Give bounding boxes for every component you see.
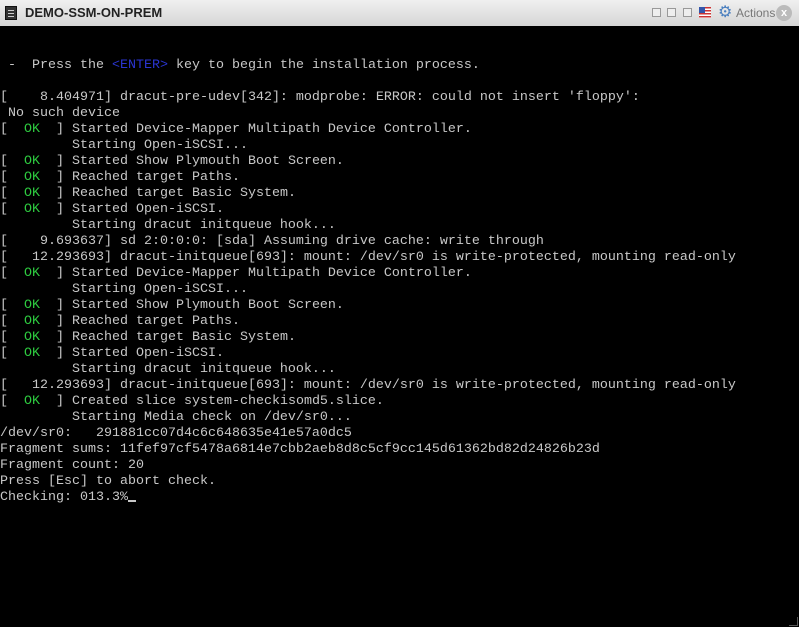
console-line: Fragment sums: 11fef97cf5478a6814e7cbb2a… [0, 442, 600, 458]
console-text: [ [0, 346, 24, 361]
maximize-icon[interactable] [683, 8, 692, 17]
console-text: ] Reached target Basic System. [40, 330, 296, 345]
console-text: ] Reached target Paths. [40, 314, 240, 329]
close-button[interactable]: x [776, 5, 792, 21]
console-text: ] Reached target Basic System. [40, 186, 296, 201]
status-ok: OK [24, 122, 40, 137]
console-line: Press [Esc] to abort check. [0, 474, 216, 490]
console-line: [ OK ] Reached target Basic System. [0, 186, 296, 202]
enter-key-label: <ENTER> [111, 58, 168, 73]
console-line: Starting Open-iSCSI... [0, 282, 248, 298]
console-line: [ OK ] Started Device-Mapper Multipath D… [0, 122, 472, 138]
console-text: ] Started Open-iSCSI. [40, 346, 224, 361]
console-line: [ OK ] Started Open-iSCSI. [0, 202, 224, 218]
status-ok: OK [24, 154, 40, 169]
console-text: Starting Media check on /dev/sr0... [0, 410, 352, 425]
console-text: ] Reached target Paths. [40, 170, 240, 185]
console-text: Press [Esc] to abort check. [0, 474, 216, 489]
console-text: [ [0, 186, 24, 201]
console-text: ] Started Open-iSCSI. [40, 202, 224, 217]
gear-icon[interactable]: ⚙ [718, 4, 732, 22]
console-text: No such device [0, 106, 120, 121]
window-titlebar: DEMO-SSM-ON-PREM ⚙ Actions x [0, 0, 799, 27]
status-ok: OK [24, 170, 40, 185]
actions-menu-button[interactable]: Actions [736, 6, 775, 20]
console-text: [ [0, 170, 24, 185]
console-icon [5, 6, 17, 20]
console-line: Starting Media check on /dev/sr0... [0, 410, 352, 426]
keyboard-language-flag-icon[interactable] [699, 7, 711, 18]
console-text: key to begin the installation process. [167, 58, 480, 73]
console-text: [ 12.293693] dracut-initqueue[693]: moun… [0, 378, 736, 393]
console-text: ] Started Device-Mapper Multipath Device… [40, 122, 472, 137]
console-line: [ 9.693637] sd 2:0:0:0: [sda] Assuming d… [0, 234, 544, 250]
console-line: Starting Open-iSCSI... [0, 138, 248, 154]
console-text: [ 8.404971] dracut-pre-udev[342]: modpro… [0, 90, 640, 105]
console-line: Checking: 013.3% [0, 490, 136, 506]
console-text: ] Started Show Plymouth Boot Screen. [40, 154, 344, 169]
console-text: - Press the [0, 58, 112, 73]
console-text: [ 12.293693] dracut-initqueue[693]: moun… [0, 250, 736, 265]
console-line: [ OK ] Started Show Plymouth Boot Screen… [0, 154, 344, 170]
console-line: [ 12.293693] dracut-initqueue[693]: moun… [0, 250, 736, 266]
console-line: [ OK ] Reached target Paths. [0, 170, 240, 186]
console-line: Starting dracut initqueue hook... [0, 218, 336, 234]
console-line: - Press the <ENTER> key to begin the ins… [0, 58, 480, 74]
console-text: ] Started Show Plymouth Boot Screen. [40, 298, 344, 313]
console-line: Fragment count: 20 [0, 458, 144, 474]
status-ok: OK [24, 186, 40, 201]
console-line: [ OK ] Started Show Plymouth Boot Screen… [0, 298, 344, 314]
console-text: Fragment count: 20 [0, 458, 144, 473]
console-text: [ [0, 314, 24, 329]
status-ok: OK [24, 266, 40, 281]
console-text: ] Started Device-Mapper Multipath Device… [40, 266, 472, 281]
resize-handle[interactable] [789, 617, 798, 626]
console-text: [ [0, 266, 24, 281]
console-text: Checking: 013.3% [0, 490, 128, 505]
minimize-icon[interactable] [652, 8, 661, 17]
console-text: /dev/sr0: 291881cc07d4c6c648635e41e57a0d… [0, 426, 352, 441]
console-line: [ OK ] Started Open-iSCSI. [0, 346, 224, 362]
console-line: [ OK ] Created slice system-checkisomd5.… [0, 394, 384, 410]
status-ok: OK [24, 298, 40, 313]
console-line: [ OK ] Reached target Basic System. [0, 330, 296, 346]
console-text: Fragment sums: 11fef97cf5478a6814e7cbb2a… [0, 442, 600, 457]
console-text: [ [0, 122, 24, 137]
console-text: Starting Open-iSCSI... [0, 282, 248, 297]
console-line: Starting dracut initqueue hook... [0, 362, 336, 378]
status-ok: OK [24, 330, 40, 345]
console-text: [ [0, 154, 24, 169]
status-ok: OK [24, 394, 40, 409]
status-ok: OK [24, 314, 40, 329]
status-ok: OK [24, 346, 40, 361]
status-ok: OK [24, 202, 40, 217]
restore-icon[interactable] [667, 8, 676, 17]
console-text: [ 9.693637] sd 2:0:0:0: [sda] Assuming d… [0, 234, 544, 249]
window-title: DEMO-SSM-ON-PREM [25, 5, 163, 20]
console-line: [ 12.293693] dracut-initqueue[693]: moun… [0, 378, 736, 394]
console-line: /dev/sr0: 291881cc07d4c6c648635e41e57a0d… [0, 426, 352, 442]
console-text: [ [0, 394, 24, 409]
console-text: Starting dracut initqueue hook... [0, 218, 336, 233]
console-text: ] Created slice system-checkisomd5.slice… [40, 394, 384, 409]
console-text: Starting Open-iSCSI... [0, 138, 248, 153]
console-text: [ [0, 298, 24, 313]
console-line: [ OK ] Reached target Paths. [0, 314, 240, 330]
console-line: [ 8.404971] dracut-pre-udev[342]: modpro… [0, 90, 640, 106]
console-text: [ [0, 202, 24, 217]
console-text: Starting dracut initqueue hook... [0, 362, 336, 377]
console-line: [ OK ] Started Device-Mapper Multipath D… [0, 266, 472, 282]
console-screen[interactable]: - Press the <ENTER> key to begin the ins… [0, 26, 799, 627]
console-text: [ [0, 330, 24, 345]
console-line: No such device [0, 106, 120, 122]
text-cursor [127, 500, 136, 502]
